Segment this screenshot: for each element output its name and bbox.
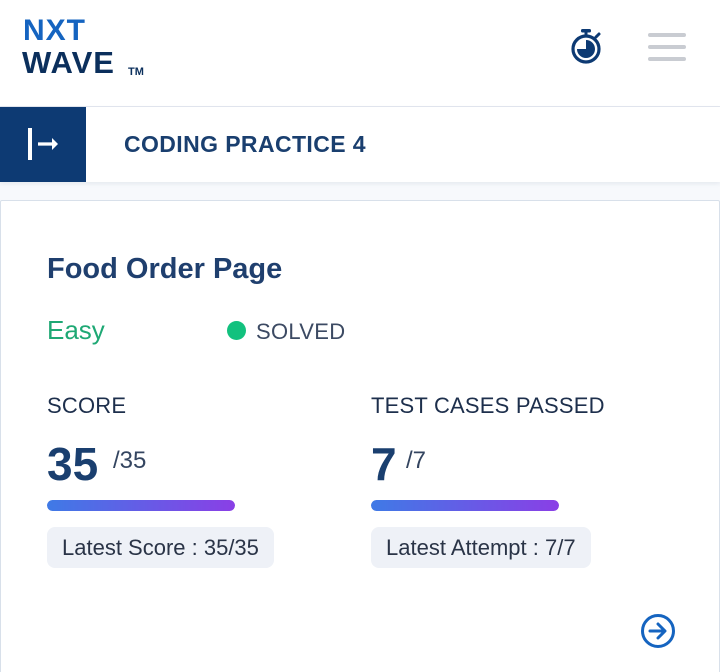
test-cases-progress-fill [371, 500, 559, 511]
logo-text-top: NXT [23, 14, 86, 47]
page-title: CODING PRACTICE 4 [124, 131, 366, 157]
test-cases-label: TEST CASES PASSED [371, 393, 605, 418]
test-cases-value: 7 [371, 438, 397, 490]
score-value: 35 [47, 438, 99, 490]
sidebar-expand-icon [28, 128, 58, 160]
arrow-circle-right-icon[interactable] [640, 613, 676, 649]
sidebar-expand-button[interactable] [0, 107, 86, 182]
difficulty-label: Easy [47, 315, 105, 345]
hamburger-menu-icon[interactable] [646, 32, 688, 62]
logo-text-bottom: WAVE [22, 45, 115, 80]
test-cases-max: /7 [406, 447, 427, 474]
latest-score-chip: Latest Score : 35/35 [47, 527, 274, 568]
nxtwave-logo[interactable]: NXT WAVE TM [22, 16, 162, 80]
test-cases-progress-bar [371, 500, 559, 511]
score-progress-bar [47, 500, 235, 511]
problem-title: Food Order Page [47, 253, 283, 285]
score-label: SCORE [47, 393, 127, 418]
status-label: SOLVED [256, 319, 346, 344]
latest-attempt-chip: Latest Attempt : 7/7 [371, 527, 591, 568]
problem-card[interactable]: Food Order Page Easy SOLVED SCORE 35 /35… [0, 200, 720, 672]
top-navbar: NXT WAVE TM [0, 0, 720, 107]
score-progress-fill [47, 500, 235, 511]
stopwatch-icon[interactable] [568, 27, 604, 65]
status-dot-icon [227, 321, 246, 340]
score-max: /35 [113, 447, 147, 474]
logo-trademark: TM [128, 66, 144, 78]
practice-header: CODING PRACTICE 4 [0, 107, 720, 182]
